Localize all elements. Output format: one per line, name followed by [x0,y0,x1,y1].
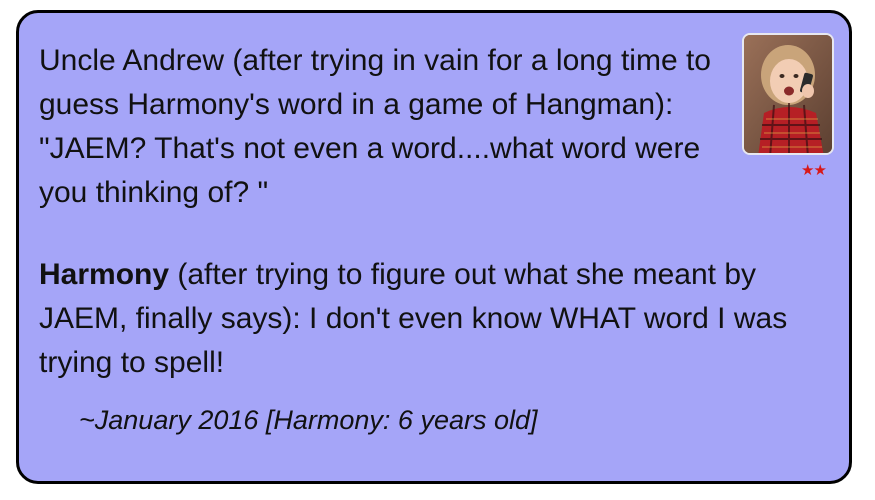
quote-paragraph-uncle-andrew: Uncle Andrew (after trying in vain for a… [39,44,711,209]
quote-date: ~January 2016 [Harmony: 6 years old] [79,405,538,435]
child-photo-illustration [744,35,832,153]
speaker-name: Harmony [39,258,170,291]
quote-paragraph-harmony: Harmony (after trying to figure out what… [39,253,839,385]
child-portrait-photo [742,33,834,155]
rating-stars: ★★ [801,161,827,179]
quote-card: Uncle Andrew (after trying in vain for a… [16,10,852,484]
